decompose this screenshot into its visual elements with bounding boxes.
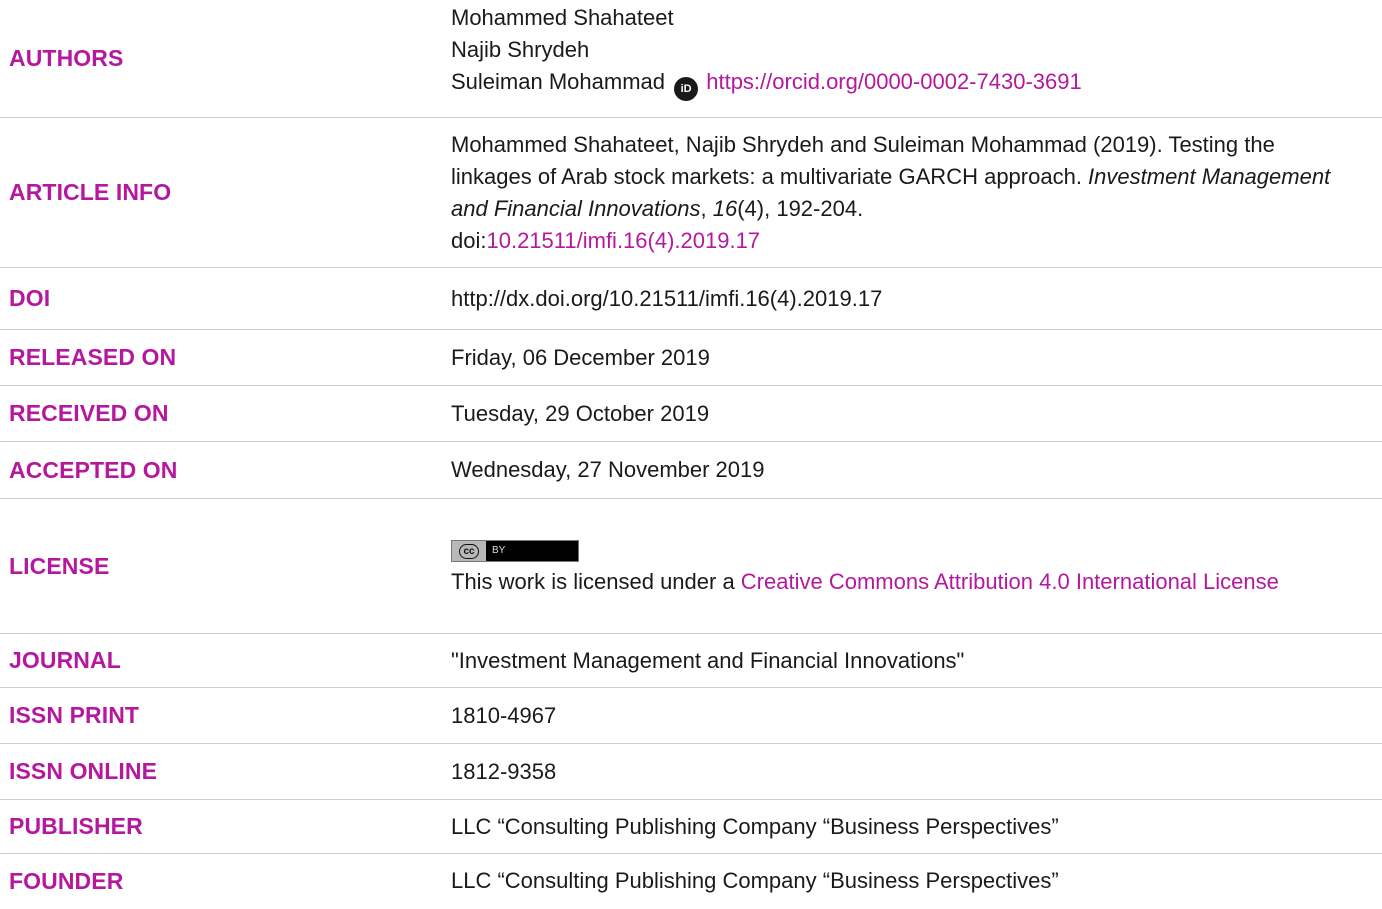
doi-prefix: doi: <box>451 227 487 253</box>
issn-online-value: 1812-9358 <box>451 758 557 784</box>
row-authors: AUTHORS Mohammed Shahateet Najib Shrydeh… <box>0 0 1382 118</box>
cc-by-badge-icon[interactable]: cc BY <box>451 540 579 563</box>
author-name: Najib Shrydeh <box>451 37 590 62</box>
license-label: LICENSE <box>9 552 110 579</box>
row-received-on: RECEIVED ON Tuesday, 29 October 2019 <box>0 386 1382 442</box>
doi-value: http://dx.doi.org/10.21511/imfi.16(4).20… <box>451 285 883 311</box>
license-value: cc BY This work is licensed under a Crea… <box>441 534 1382 598</box>
citation-issue-pages: (4), 192-204. <box>737 195 864 221</box>
by-icon: BY <box>492 545 506 557</box>
orcid-icon[interactable]: iD <box>674 77 699 101</box>
publisher-label: PUBLISHER <box>9 813 143 839</box>
accepted-on-value: Wednesday, 27 November 2019 <box>451 457 765 482</box>
orcid-link[interactable]: https://orcid.org/0000-0002-7430-3691 <box>706 69 1081 94</box>
row-founder: FOUNDER LLC “Consulting Publishing Compa… <box>0 854 1382 908</box>
article-info-label: ARTICLE INFO <box>9 179 172 205</box>
received-on-value: Tuesday, 29 October 2019 <box>451 400 710 426</box>
row-publisher: PUBLISHER LLC “Consulting Publishing Com… <box>0 800 1382 854</box>
author-name: Suleiman Mohammad <box>451 69 665 94</box>
accepted-on-label: ACCEPTED ON <box>9 456 178 483</box>
doi-label: DOI <box>9 285 51 311</box>
author-name-with-orcid: Suleiman Mohammad iD https://orcid.org/0… <box>451 66 1342 101</box>
authors-value: Mohammed Shahateet Najib Shrydeh Suleima… <box>441 2 1382 101</box>
authors-label: AUTHORS <box>9 45 124 71</box>
row-license: LICENSE cc BY This work is licensed unde… <box>0 499 1382 634</box>
journal-label: JOURNAL <box>9 647 121 673</box>
article-metadata-table: AUTHORS Mohammed Shahateet Najib Shrydeh… <box>0 0 1382 908</box>
citation-comma: , <box>700 195 713 221</box>
journal-value: "Investment Management and Financial Inn… <box>451 647 965 673</box>
row-article-info: ARTICLE INFO Mohammed Shahateet, Najib S… <box>0 118 1382 268</box>
row-journal: JOURNAL "Investment Management and Finan… <box>0 634 1382 688</box>
citation-volume: 16 <box>712 195 738 221</box>
author-name: Mohammed Shahateet <box>451 5 674 30</box>
released-on-label: RELEASED ON <box>9 344 177 370</box>
row-issn-print: ISSN PRINT 1810-4967 <box>0 688 1382 744</box>
row-accepted-on: ACCEPTED ON Wednesday, 27 November 2019 <box>0 442 1382 499</box>
row-doi: DOI http://dx.doi.org/10.21511/imfi.16(4… <box>0 268 1382 330</box>
founder-label: FOUNDER <box>9 867 124 894</box>
row-issn-online: ISSN ONLINE 1812-9358 <box>0 744 1382 800</box>
released-on-value: Friday, 06 December 2019 <box>451 344 710 370</box>
founder-value: LLC “Consulting Publishing Company “Busi… <box>451 868 1059 893</box>
publisher-value: LLC “Consulting Publishing Company “Busi… <box>451 813 1059 839</box>
license-text: This work is licensed under a <box>451 569 741 594</box>
license-link[interactable]: Creative Commons Attribution 4.0 Interna… <box>741 569 1279 594</box>
row-released-on: RELEASED ON Friday, 06 December 2019 <box>0 330 1382 386</box>
issn-print-value: 1810-4967 <box>451 702 557 728</box>
issn-online-label: ISSN ONLINE <box>9 758 158 784</box>
issn-print-label: ISSN PRINT <box>9 702 140 728</box>
received-on-label: RECEIVED ON <box>9 400 169 426</box>
cc-icon: cc <box>459 543 479 559</box>
citation-doi-link[interactable]: 10.21511/imfi.16(4).2019.17 <box>486 228 760 253</box>
article-info-value: Mohammed Shahateet, Najib Shrydeh and Su… <box>441 129 1382 257</box>
